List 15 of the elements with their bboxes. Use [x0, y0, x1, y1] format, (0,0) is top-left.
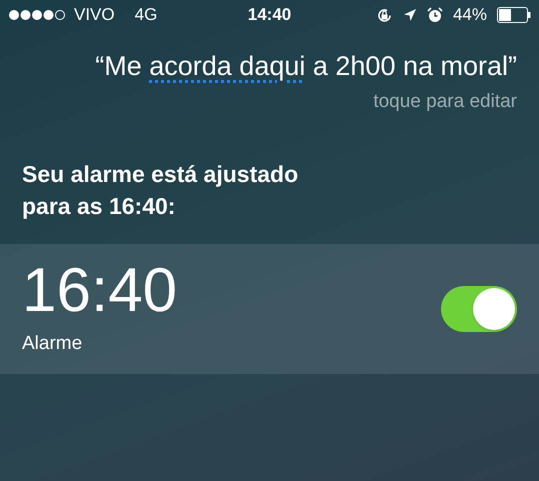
location-arrow-icon — [402, 8, 417, 22]
battery-icon — [496, 7, 531, 23]
alarm-toggle[interactable] — [441, 286, 517, 332]
rotation-lock-icon — [376, 6, 393, 24]
network-type: 4G — [134, 4, 158, 26]
alarm-label: Alarme — [22, 332, 84, 356]
battery-percentage: 44% — [452, 4, 487, 26]
tap-to-edit-hint[interactable]: toque para editar — [373, 88, 517, 116]
alarm-clock-icon — [426, 7, 443, 23]
siri-query[interactable]: “Me acorda daqui a 2h00 na moral” — [95, 50, 517, 84]
siri-response: Seu alarme está ajustado para as 16:40: — [21, 160, 300, 222]
signal-strength-icon — [8, 9, 66, 21]
status-time: 14:40 — [248, 4, 292, 26]
carrier-name: VIVO — [74, 4, 115, 26]
alarm-time: 16:40 — [22, 260, 178, 322]
